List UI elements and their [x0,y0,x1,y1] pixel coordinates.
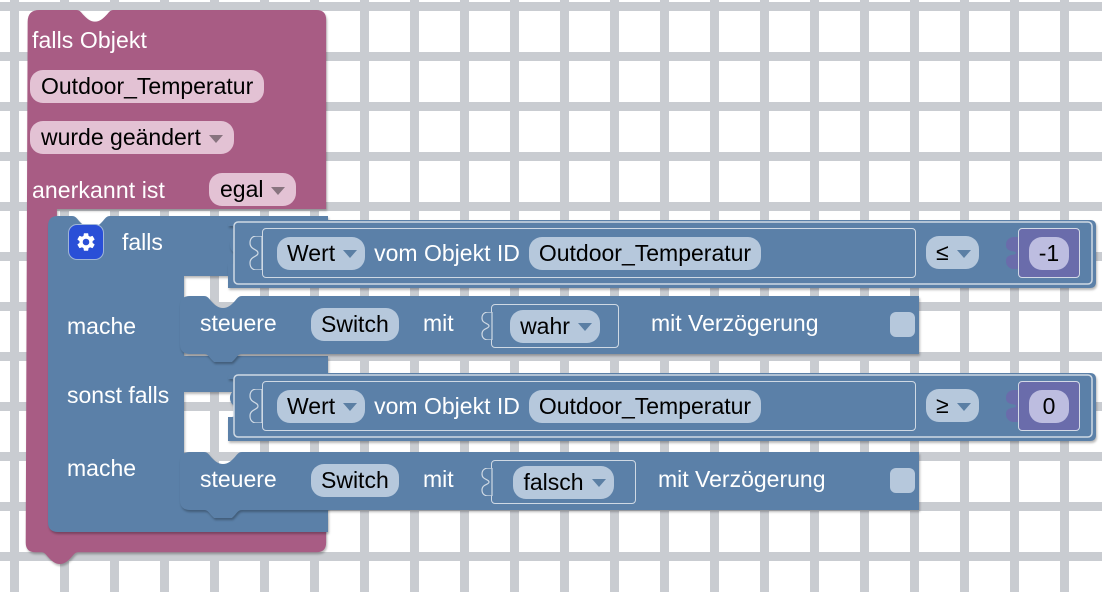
blockly-workspace[interactable]: falls Objekt Outdoor_Temperatur wurde ge… [0,0,1102,592]
steuere-label-2: steuere [200,466,277,492]
delay-label-2: mit Verzögerung [658,466,826,492]
get-value-block-1[interactable]: Wert vom Objekt ID Outdoor_Temperatur [262,228,916,278]
number-block-2[interactable]: 0 [1018,381,1080,431]
delay-label-1: mit Verzögerung [651,310,819,336]
chevron-down-icon [956,402,971,411]
chevron-down-icon [343,250,358,258]
chevron-down-icon [591,479,606,487]
event-ack-dropdown[interactable]: egal [209,173,297,206]
object-id-field-2[interactable]: Outdoor_Temperatur [528,389,762,423]
value-type-text-1: Wert [287,239,336,266]
value-type-text-2: Wert [287,392,336,419]
control-action-block-2[interactable]: steuere Switch mit falsch mit Verzögerun… [180,452,919,518]
event-line1-label: falls Objekt [32,27,147,53]
boolean-dropdown-2[interactable]: falsch [513,465,614,499]
compare-block-1[interactable]: Wert vom Objekt ID Outdoor_Temperatur ≤ … [228,220,1096,294]
control-action-block-1[interactable]: steuere Switch mit wahr mit Verzögerung [180,296,919,362]
get-value-plug-1 [249,236,263,270]
if-label: falls [122,229,163,255]
boolean-text-1: wahr [520,312,570,339]
chevron-down-icon [956,249,971,258]
do-label-1: mache [67,313,137,339]
elseif-label: sonst falls [67,382,170,408]
gear-icon [77,233,95,251]
number-plug-1 [1006,237,1018,269]
number-field-2[interactable]: 0 [1029,389,1069,423]
operator-dropdown-2[interactable]: ≥ [926,389,979,422]
get-value-block-2[interactable]: Wert vom Objekt ID Outdoor_Temperatur [262,381,916,431]
do-label-2: mache [67,455,137,481]
control-target-field-1[interactable]: Switch [311,308,399,341]
event-object-id-field[interactable]: Outdoor_Temperatur [30,70,265,103]
event-ack-label: anerkannt ist [32,177,165,203]
delay-checkbox-1[interactable] [890,312,915,337]
number-plug-2 [1006,390,1018,422]
event-trigger-mode-text: wurde geändert [41,124,201,150]
vom-objekt-id-label-1: vom Objekt ID [374,239,520,266]
chevron-down-icon [343,403,358,411]
operator-dropdown-1[interactable]: ≤ [926,236,979,269]
chevron-down-icon [208,134,223,143]
boolean-plug-2 [481,468,493,496]
mit-label-1: mit [423,310,454,336]
number-block-1[interactable]: -1 [1018,228,1080,278]
boolean-value-block-2[interactable]: falsch [491,460,636,504]
control-target-field-2[interactable]: Switch [311,464,399,497]
operator-text-1: ≤ [936,239,949,265]
value-type-dropdown-1[interactable]: Wert [277,236,366,270]
boolean-text-2: falsch [523,468,584,495]
vom-objekt-id-label-2: vom Objekt ID [374,392,520,419]
mit-label-2: mit [423,466,454,492]
number-field-1[interactable]: -1 [1028,236,1070,270]
event-ack-value-text: egal [220,176,264,202]
compare-block-2[interactable]: Wert vom Objekt ID Outdoor_Temperatur ≥ … [228,373,1096,447]
steuere-label-1: steuere [200,310,277,336]
value-type-dropdown-2[interactable]: Wert [277,389,366,423]
boolean-value-block-1[interactable]: wahr [491,304,619,348]
boolean-dropdown-1[interactable]: wahr [510,309,600,343]
delay-checkbox-2[interactable] [890,468,915,493]
chevron-down-icon [577,323,592,331]
get-value-plug-2 [249,389,263,423]
boolean-plug-1 [481,312,493,340]
operator-text-2: ≥ [936,392,949,418]
mutator-gear-button[interactable] [68,224,104,260]
event-trigger-mode-dropdown[interactable]: wurde geändert [30,121,234,154]
object-id-field-1[interactable]: Outdoor_Temperatur [528,236,762,270]
chevron-down-icon [271,186,286,195]
